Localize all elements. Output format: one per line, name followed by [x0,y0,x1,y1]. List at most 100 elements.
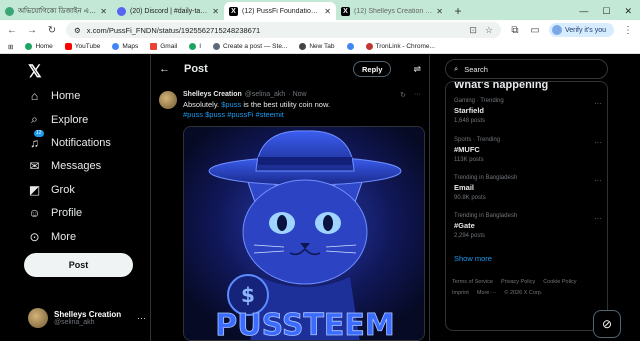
bookmark-item[interactable]: I [189,43,201,50]
profile-chip[interactable]: Verify it's you [548,23,614,37]
nav-item-more[interactable]: ⊙ More [28,230,76,244]
tab-title: (12) Shelleys Creation on X: " [354,7,433,15]
back-arrow-icon[interactable]: ← [159,63,170,75]
footer-link[interactable]: Privacy Policy [501,279,535,285]
tab-title: অভিযোগিক্যে ডিজাইন এর তুক [18,8,97,15]
search-input[interactable]: ⌕ Search [445,59,608,79]
tweet-text-part: is the best utility coin now. [241,100,331,109]
hashtag-links[interactable]: #puss $puss #pussFi #steemit [183,110,284,119]
bookmark-apps[interactable]: ⊞ [8,43,13,51]
copyright: © 2026 X Corp. [504,290,543,296]
tab-title: (20) Discord | #daily-tasks | অ [130,8,209,15]
avatar [551,25,562,35]
new-tab-button[interactable]: + [448,2,468,20]
account-handle: @selina_akh [54,319,95,326]
author-handle[interactable]: @selina_akh [245,91,286,98]
nav-item-notifications[interactable]: ♫ 12 Notifications [28,130,111,150]
bookmark-item[interactable]: Create a post — Ste... [213,43,287,50]
nav-label: More [51,231,77,243]
extensions-icon[interactable]: ⧉ [509,25,521,36]
more-dots-icon[interactable]: ··· [137,313,146,323]
bookmark-item[interactable]: Gmail [150,43,177,50]
footer-link[interactable]: Imprint [452,290,469,296]
nav-item-grok[interactable]: ◩ Grok [28,183,75,197]
more-dots-icon[interactable]: ··· [414,91,421,99]
footer-link[interactable]: Cookie Policy [543,279,576,285]
x-logo-icon[interactable]: 𝕏 [28,62,42,82]
close-tab-icon[interactable]: ✕ [100,7,107,16]
nav-item-profile[interactable]: ☺ Profile [28,206,82,220]
svg-text:$: $ [241,283,255,307]
post-button[interactable]: Post [24,253,133,277]
more-dots-icon[interactable]: ··· [594,214,602,223]
close-tab-icon[interactable]: ✕ [436,7,443,16]
close-tab-icon[interactable]: ✕ [212,7,219,16]
reload-icon[interactable]: ↻ [46,25,58,36]
trend-category: Trending in Bangladesh [454,175,518,181]
trend-item[interactable]: Gaming · Trending Starfield 1,648 posts … [454,98,602,124]
site-info-icon[interactable]: ⚙ [74,26,81,35]
forward-arrow-icon[interactable]: → [26,25,38,36]
account-switcher[interactable]: Shelleys Creation @selina_akh ··· [28,308,146,328]
cashtag-link[interactable]: $puss [221,100,241,109]
minimize-icon[interactable]: — [579,6,588,16]
bookmark-item[interactable]: TronLink - Chrome... [365,43,435,50]
avatar[interactable] [159,91,177,109]
bookmark-item[interactable]: YouTube [64,43,100,50]
grok-icon: ⊘ [601,317,613,331]
bookmark-item[interactable] [346,43,354,50]
nav-label: Profile [51,207,83,219]
browser-menu-icon[interactable]: ⋮ [622,25,634,36]
trend-item[interactable]: Trending in Bangladesh #Gate 2,294 posts… [454,213,602,239]
maximize-icon[interactable]: ☐ [602,6,610,17]
browser-tab[interactable]: (20) Discord | #daily-tasks | অ ✕ [112,2,224,20]
grok-explain-icon[interactable]: ↻ [400,91,406,99]
bookmark-item[interactable]: Maps [112,43,138,50]
footer-link[interactable]: More ··· [477,290,497,296]
search-icon: ⌕ [454,64,459,73]
nav-item-explore[interactable]: ⌕ Explore [28,112,88,127]
trend-item[interactable]: Trending in Bangladesh Email 90.8K posts… [454,175,602,201]
nav-label: Explore [51,113,89,126]
browser-tab[interactable]: অভিযোগিক্যে ডিজাইন এর তুক ✕ [0,2,112,20]
tweet[interactable]: Shelleys Creation @selina_akh · Now Abso… [151,83,429,341]
tweet-meta: Shelleys Creation @selina_akh · Now [183,91,425,98]
sliders-icon[interactable]: ⇌ [413,64,421,75]
bookmark-label: New Tab [309,43,335,50]
nav-item-home[interactable]: ⌂ Home [28,89,80,103]
reply-button[interactable]: Reply [353,61,392,77]
address-bar[interactable]: ⚙ x.com/PussFi_FNDN/status/1925562715248… [66,22,501,38]
url-text[interactable]: x.com/PussFi_FNDN/status/192556271524823… [87,26,260,35]
nav-label: Messages [51,160,102,172]
grok-chat-button[interactable]: ⊘ [593,310,621,338]
trend-item[interactable]: Sports · Trending #MUFC 113K posts ··· [454,137,602,163]
back-arrow-icon[interactable]: ← [6,25,18,36]
tweet-time: · Now [288,91,307,98]
close-window-icon[interactable]: ✕ [624,6,632,17]
more-dots-icon[interactable]: ··· [594,176,602,185]
show-more-link[interactable]: Show more [454,254,492,263]
bookmark-item[interactable]: New Tab [299,43,335,50]
footer-links: Terms of Service Privacy Policy Cookie Pol… [452,277,627,299]
maps-icon [112,43,120,50]
grok-icon: ◩ [28,183,41,197]
bookmark-item[interactable]: Home [25,43,53,50]
more-dots-icon[interactable]: ··· [594,99,602,108]
trend-category: Gaming · Trending [454,98,504,104]
browser-tab-active[interactable]: X (12) PussFi Foundation on X: " ✕ [224,2,336,20]
steemit-icon [213,43,221,50]
browser-tab[interactable]: X (12) Shelleys Creation on X: " ✕ [336,2,448,20]
tweet-image[interactable]: $ PUSSTEEM [183,126,425,341]
sidebar-panel-icon[interactable]: ▭ [529,25,541,36]
author-name[interactable]: Shelleys Creation [183,91,242,98]
bookmark-star-icon[interactable]: ☆ [485,25,493,36]
trend-count: 2,294 posts [454,233,486,239]
install-app-icon[interactable]: ⊡ [469,25,477,36]
bookmark-label: I [199,43,202,50]
bookmark-label: Create a post — Ste... [223,43,288,50]
footer-link[interactable]: Terms of Service [452,279,493,285]
more-dots-icon[interactable]: ··· [594,138,602,147]
close-tab-icon[interactable]: ✕ [324,7,331,16]
nav-item-messages[interactable]: ✉ Messages [28,159,101,173]
bookmark-label: Maps [122,43,139,50]
